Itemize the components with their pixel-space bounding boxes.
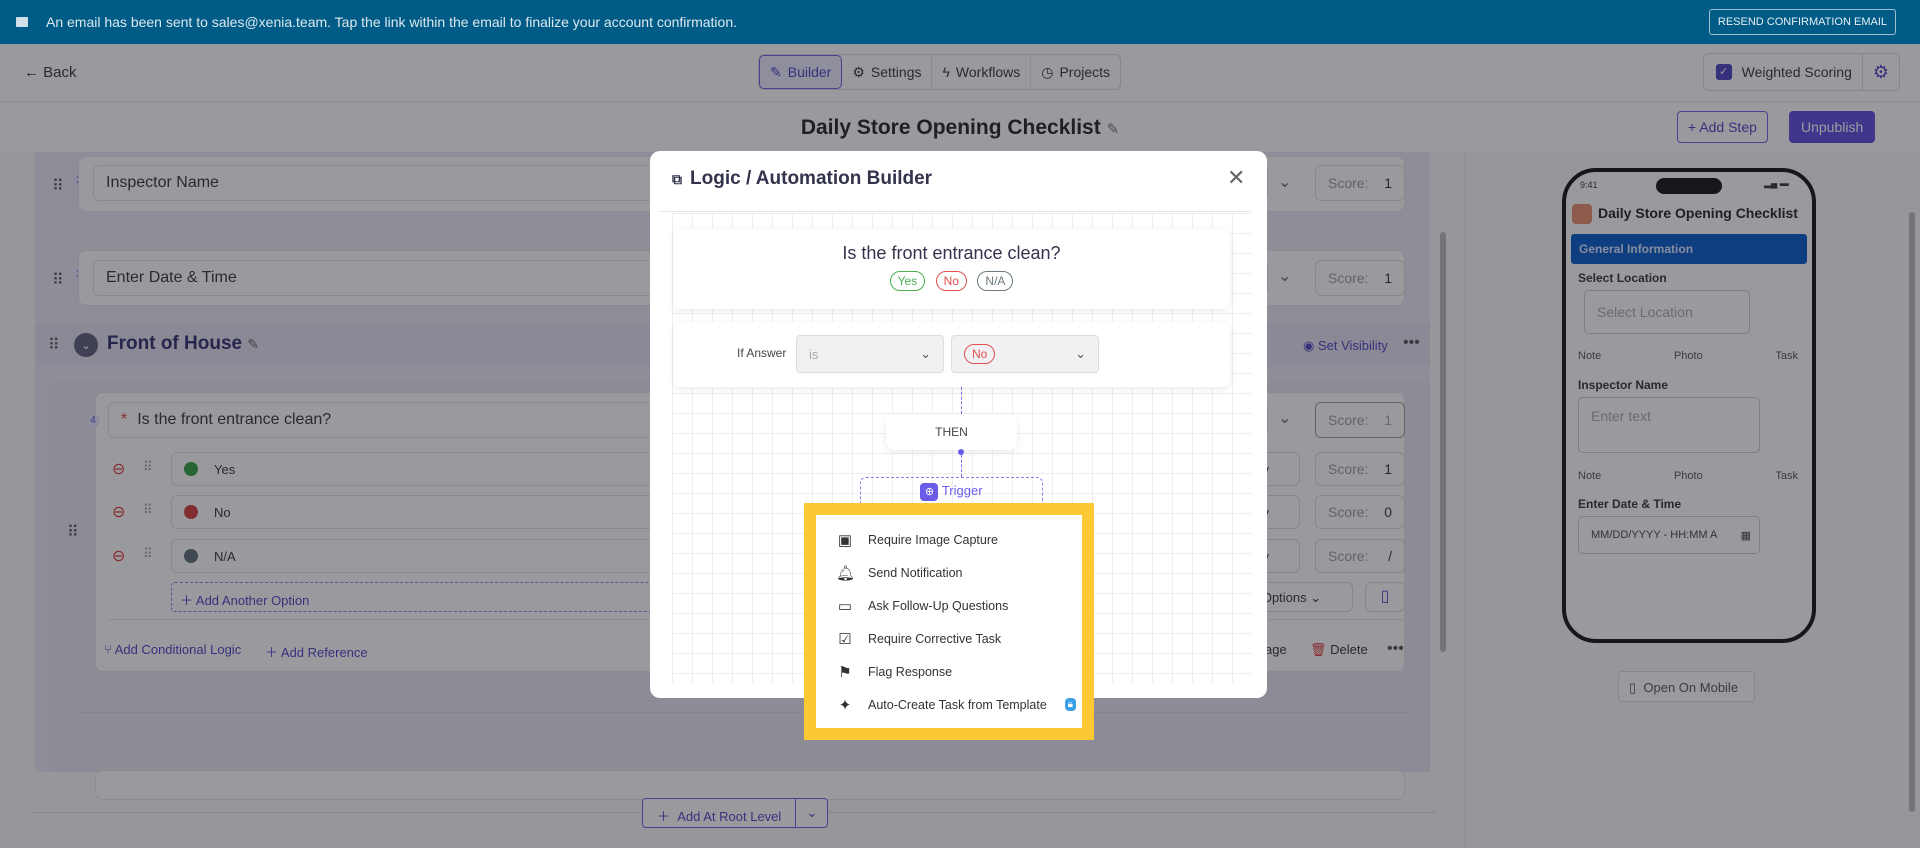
action-label: Ask Follow-Up Questions (868, 598, 1009, 613)
action-item[interactable]: ▭ Ask Follow-Up Questions (816, 589, 1082, 622)
answer-pill-yes: Yes (889, 271, 926, 291)
action-item[interactable]: ⚑ Flag Response (816, 655, 1082, 688)
plus-circle-icon: ⊕ (920, 483, 939, 501)
task-icon: ☑ (838, 630, 852, 648)
banner-message: An email has been sent to sales@xenia.te… (46, 14, 737, 30)
flow-icon: ⧉ (672, 170, 682, 187)
modal-title-text: Logic / Automation Builder (690, 168, 933, 189)
action-item[interactable]: 🔔︎ Send Notification (816, 556, 1082, 589)
answer-pill-na: N/A (977, 271, 1014, 291)
connector-line (961, 387, 962, 414)
confirmation-banner: An email has been sent to sales@xenia.te… (0, 0, 1920, 44)
action-item[interactable]: ▣ Require Image Capture (816, 523, 1082, 556)
action-label: Flag Response (868, 664, 953, 679)
operator-value: is (809, 346, 819, 362)
mail-icon (16, 17, 28, 27)
action-item[interactable]: ☑ Require Corrective Task (816, 622, 1082, 655)
modal-title: ⧉ Logic / Automation Builder (672, 168, 932, 190)
answer-pill-no: No (935, 271, 967, 291)
image-icon: ▣ (837, 531, 853, 549)
action-label: Auto-Create Task from Template (868, 697, 1047, 712)
action-label: Require Corrective Task (868, 631, 1002, 646)
then-node: THEN (886, 414, 1017, 450)
answer-value-pill: No (964, 344, 996, 364)
question-node: Is the front entrance clean? Yes No N/A (673, 229, 1230, 309)
question-node-text: Is the front entrance clean? (842, 243, 1061, 263)
trigger-actions-menu: ▣ Require Image Capture 🔔︎ Send Notificatio… (804, 503, 1094, 740)
flag-icon: ⚑ (838, 663, 852, 681)
magic-wand-icon: ✦ (838, 696, 852, 714)
if-answer-label: If Answer (737, 346, 787, 360)
action-label: Send Notification (868, 565, 963, 580)
action-label: Require Image Capture (868, 532, 998, 547)
chevron-down-icon: ⌄ (920, 346, 931, 361)
close-icon[interactable]: ✕ (1227, 165, 1245, 191)
operator-select[interactable]: is ⌄ (796, 335, 944, 373)
answer-value-select[interactable]: No ⌄ (951, 335, 1099, 373)
chat-icon: ▭ (837, 597, 853, 615)
bell-icon: 🔔︎ (836, 564, 856, 582)
scrollbar[interactable] (1252, 159, 1262, 689)
chevron-down-icon: ⌄ (1075, 346, 1086, 361)
condition-node: If Answer is ⌄ No ⌄ (673, 322, 1230, 387)
resend-confirmation-button[interactable]: RESEND CONFIRMATION EMAIL (1708, 9, 1896, 35)
trigger-label: Trigger (941, 483, 983, 498)
lock-icon: 🔒︎ (1064, 698, 1076, 711)
connector-line (961, 455, 962, 477)
action-item[interactable]: ✦ Auto-Create Task from Template 🔒︎ (816, 688, 1082, 721)
divider (660, 211, 1252, 212)
